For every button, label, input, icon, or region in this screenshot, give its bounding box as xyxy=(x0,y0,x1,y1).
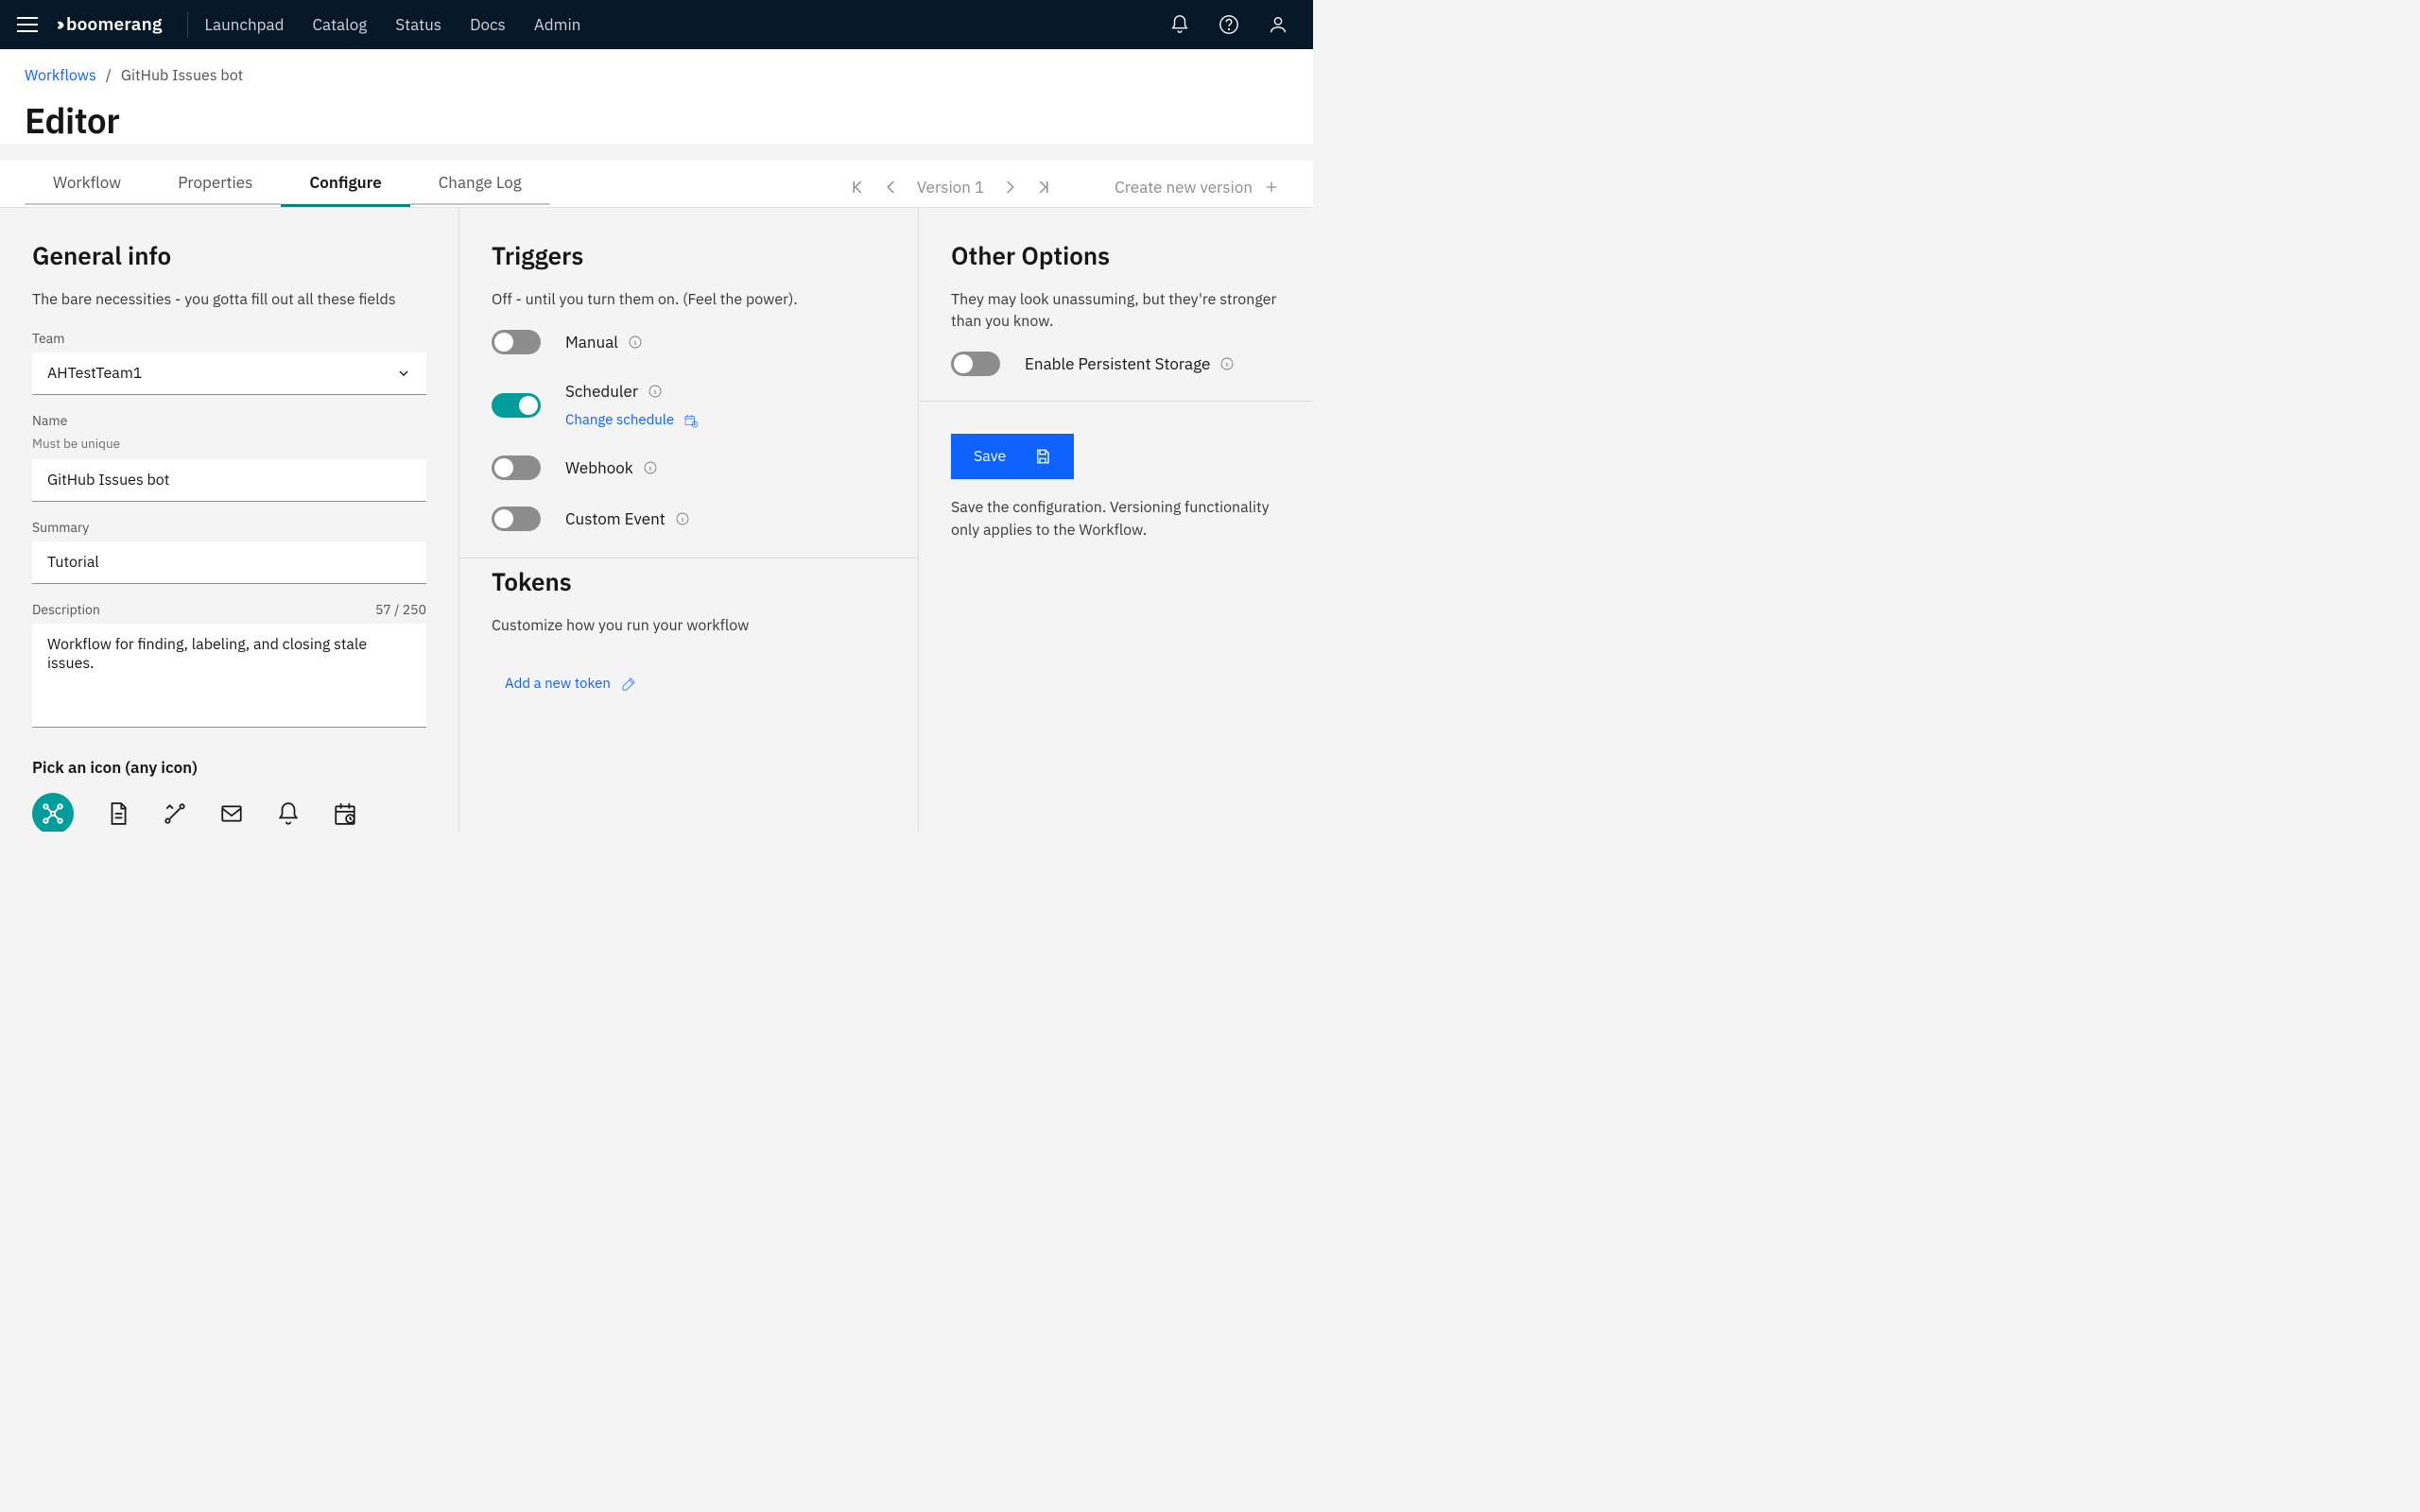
tokens-heading: Tokens xyxy=(492,566,886,598)
trigger-webhook-label: Webhook xyxy=(565,457,633,478)
tab-row: Workflow Properties Configure Change Log… xyxy=(0,161,1313,208)
version-first-icon[interactable] xyxy=(849,179,866,196)
version-controls: Version 1 Create new version xyxy=(849,177,1279,198)
breadcrumb: Workflows / GitHub Issues bot xyxy=(25,66,1288,85)
right-column: Other Options They may look unassuming, … xyxy=(919,208,1313,832)
general-info-column: General info The bare necessities - you … xyxy=(0,208,459,832)
tab-workflow[interactable]: Workflow xyxy=(25,161,149,207)
other-heading: Other Options xyxy=(951,240,1281,272)
add-token-link[interactable]: Add a new token xyxy=(505,675,886,693)
tokens-sub: Customize how you run your workflow xyxy=(492,615,886,637)
calendar-time-icon xyxy=(683,413,699,428)
other-sub: They may look unassuming, but they're st… xyxy=(951,289,1281,333)
help-icon[interactable] xyxy=(1219,14,1239,35)
icon-option-mail[interactable] xyxy=(219,801,244,826)
bell-icon[interactable] xyxy=(1169,14,1190,35)
change-schedule-link[interactable]: Change schedule xyxy=(565,411,699,429)
general-sub: The bare necessities - you gotta fill ou… xyxy=(32,289,426,311)
version-next-icon[interactable] xyxy=(1001,179,1018,196)
chevron-down-icon xyxy=(396,366,411,381)
breadcrumb-root[interactable]: Workflows xyxy=(25,66,96,85)
nav-catalog[interactable]: Catalog xyxy=(312,14,367,35)
name-label: Name xyxy=(32,412,426,429)
general-heading: General info xyxy=(32,240,426,272)
icon-option-flow-selected[interactable] xyxy=(32,793,74,832)
icon-option-document[interactable] xyxy=(106,801,130,826)
icon-row xyxy=(32,793,426,832)
nav-launchpad[interactable]: Launchpad xyxy=(205,14,285,35)
version-last-icon[interactable] xyxy=(1035,179,1052,196)
icon-option-calendar[interactable] xyxy=(333,801,357,826)
info-icon[interactable] xyxy=(643,460,658,475)
name-help: Must be unique xyxy=(32,435,426,452)
toggle-webhook[interactable] xyxy=(492,455,541,480)
tab-properties[interactable]: Properties xyxy=(149,161,281,207)
create-version-button[interactable]: Create new version xyxy=(1115,177,1279,198)
edit-icon xyxy=(620,676,637,693)
nav-status[interactable]: Status xyxy=(395,14,441,35)
toggle-custom-event[interactable] xyxy=(492,507,541,531)
summary-label: Summary xyxy=(32,519,426,536)
summary-input[interactable] xyxy=(32,541,426,584)
version-label: Version 1 xyxy=(917,177,984,198)
breadcrumb-current: GitHub Issues bot xyxy=(121,66,243,85)
menu-icon[interactable] xyxy=(17,11,43,38)
page-title: Editor xyxy=(25,98,1288,144)
toggle-persistent-storage[interactable] xyxy=(951,352,1000,376)
toggle-manual[interactable] xyxy=(492,330,541,354)
save-help: Save the configuration. Versioning funct… xyxy=(951,496,1272,541)
description-label: Description xyxy=(32,601,100,618)
info-icon xyxy=(675,511,690,526)
description-counter: 57 / 250 xyxy=(375,601,426,618)
description-input[interactable] xyxy=(32,624,426,728)
version-prev-icon[interactable] xyxy=(883,179,900,196)
divider xyxy=(187,11,188,38)
trigger-scheduler-label: Scheduler xyxy=(565,381,638,402)
info-icon[interactable] xyxy=(628,335,643,350)
team-select[interactable]: AHTestTeam1 xyxy=(32,352,426,395)
nav-docs[interactable]: Docs xyxy=(470,14,506,35)
nav-links: Launchpad Catalog Status Docs Admin xyxy=(205,14,581,35)
save-icon xyxy=(1034,448,1051,465)
nav-admin[interactable]: Admin xyxy=(534,14,581,35)
team-label: Team xyxy=(32,330,426,347)
triggers-sub: Off - until you turn them on. (Feel the … xyxy=(492,289,886,311)
save-button[interactable]: Save xyxy=(951,434,1074,479)
trigger-custom-event-label: Custom Event xyxy=(565,508,666,529)
tab-configure[interactable]: Configure xyxy=(281,161,409,207)
middle-column: Triggers Off - until you turn them on. (… xyxy=(459,208,919,832)
toggle-scheduler[interactable] xyxy=(492,393,541,418)
info-icon[interactable] xyxy=(1219,356,1235,371)
trigger-manual-label: Manual xyxy=(565,332,618,352)
brand-logo[interactable]: ››boomerang xyxy=(57,13,163,36)
storage-label: Enable Persistent Storage xyxy=(1025,353,1210,374)
user-icon[interactable] xyxy=(1268,14,1288,35)
top-nav: ››boomerang Launchpad Catalog Status Doc… xyxy=(0,0,1313,49)
tab-changelog[interactable]: Change Log xyxy=(410,161,550,207)
icon-option-path[interactable] xyxy=(163,801,187,826)
page-header: Workflows / GitHub Issues bot Editor xyxy=(0,49,1313,144)
breadcrumb-sep: / xyxy=(106,66,112,85)
icon-heading: Pick an icon (any icon) xyxy=(32,757,426,778)
info-icon[interactable] xyxy=(648,384,663,399)
main-content: General info The bare necessities - you … xyxy=(0,208,1313,832)
icon-option-bell[interactable] xyxy=(276,801,301,826)
triggers-heading: Triggers xyxy=(492,240,886,272)
name-input[interactable] xyxy=(32,459,426,502)
